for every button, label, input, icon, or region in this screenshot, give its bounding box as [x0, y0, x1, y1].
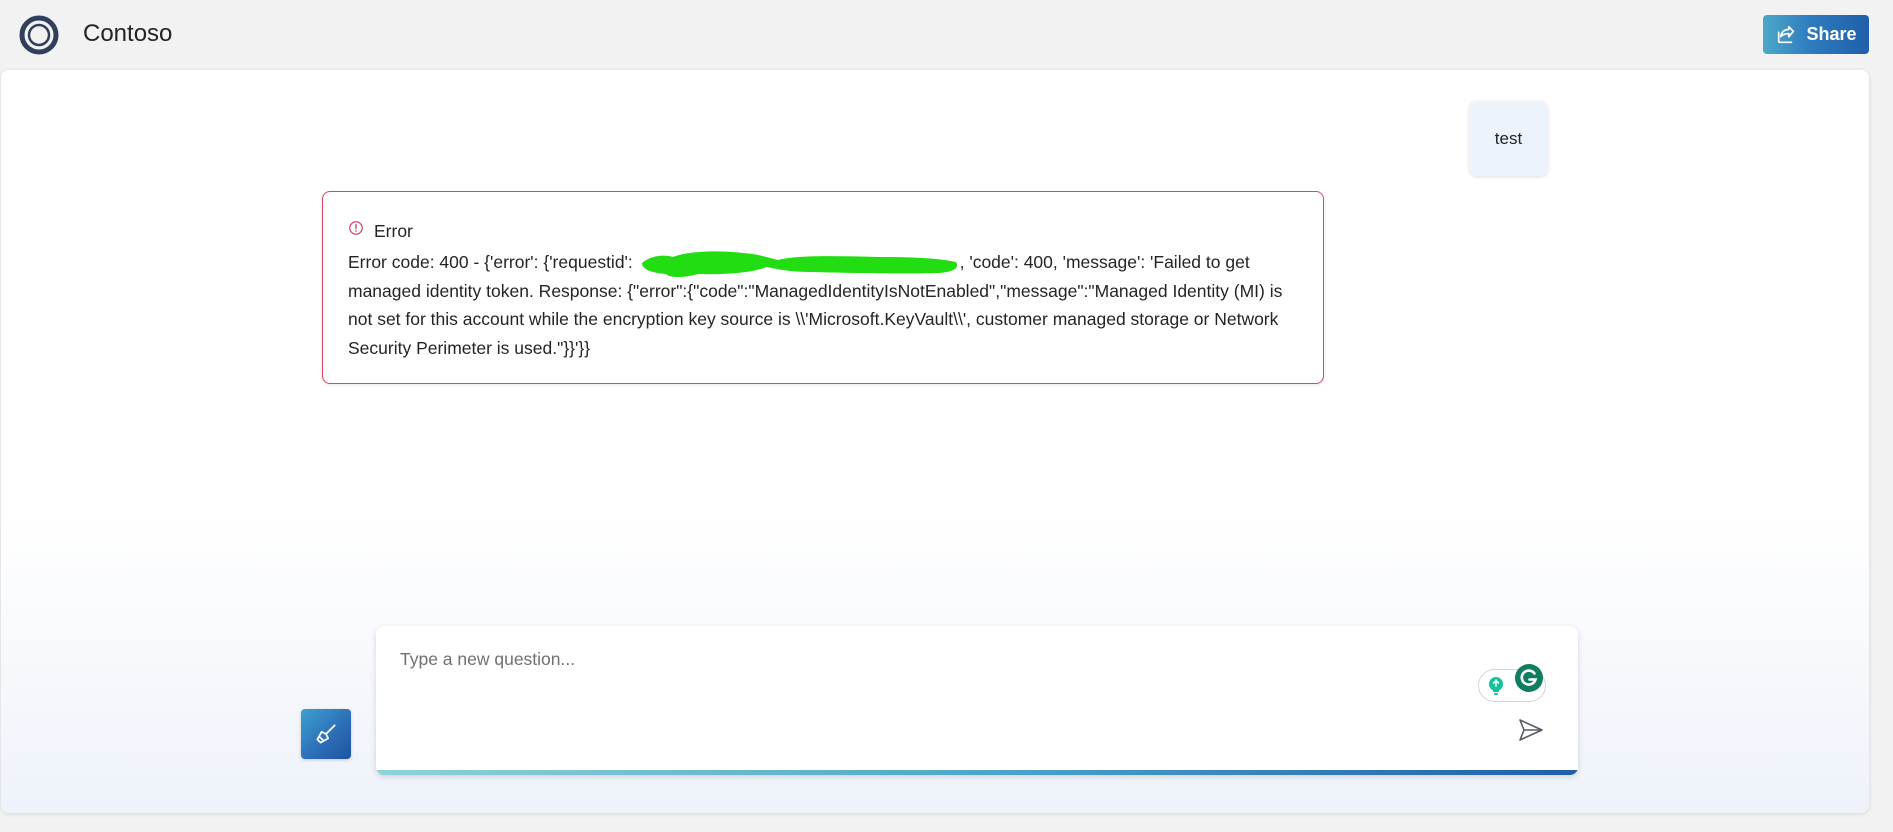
broom-icon — [316, 724, 336, 744]
share-icon — [1778, 25, 1795, 43]
app-title: Contoso — [83, 20, 173, 47]
composer-accent-bar — [376, 770, 1578, 775]
contoso-logo-icon[interactable] — [19, 15, 59, 55]
error-circle-icon — [349, 221, 363, 235]
error-header: Error — [348, 220, 1298, 242]
error-text-start: Error code: 400 - {'error': {'requestid'… — [348, 252, 638, 272]
send-icon[interactable] — [1517, 716, 1545, 744]
user-message-bubble: test — [1469, 101, 1548, 176]
share-button-label: Share — [1806, 24, 1857, 44]
grammarly-icon[interactable] — [1514, 663, 1544, 693]
clear-chat-button[interactable] — [301, 709, 351, 759]
question-composer — [376, 626, 1578, 775]
app-header: Contoso Share — [0, 0, 1893, 70]
user-message-text: test — [1494, 128, 1523, 148]
error-message-text: Error code: 400 - {'error': {'requestid'… — [348, 248, 1300, 362]
error-title: Error — [374, 220, 413, 241]
share-button[interactable]: Share — [1763, 15, 1869, 54]
question-input[interactable] — [400, 644, 1480, 674]
redaction-mark — [638, 248, 960, 278]
error-message-card: Error Error code: 400 - {'error': {'requ… — [322, 191, 1324, 384]
grammarly-widget[interactable] — [1478, 663, 1546, 705]
lightbulb-icon[interactable] — [1485, 675, 1507, 697]
